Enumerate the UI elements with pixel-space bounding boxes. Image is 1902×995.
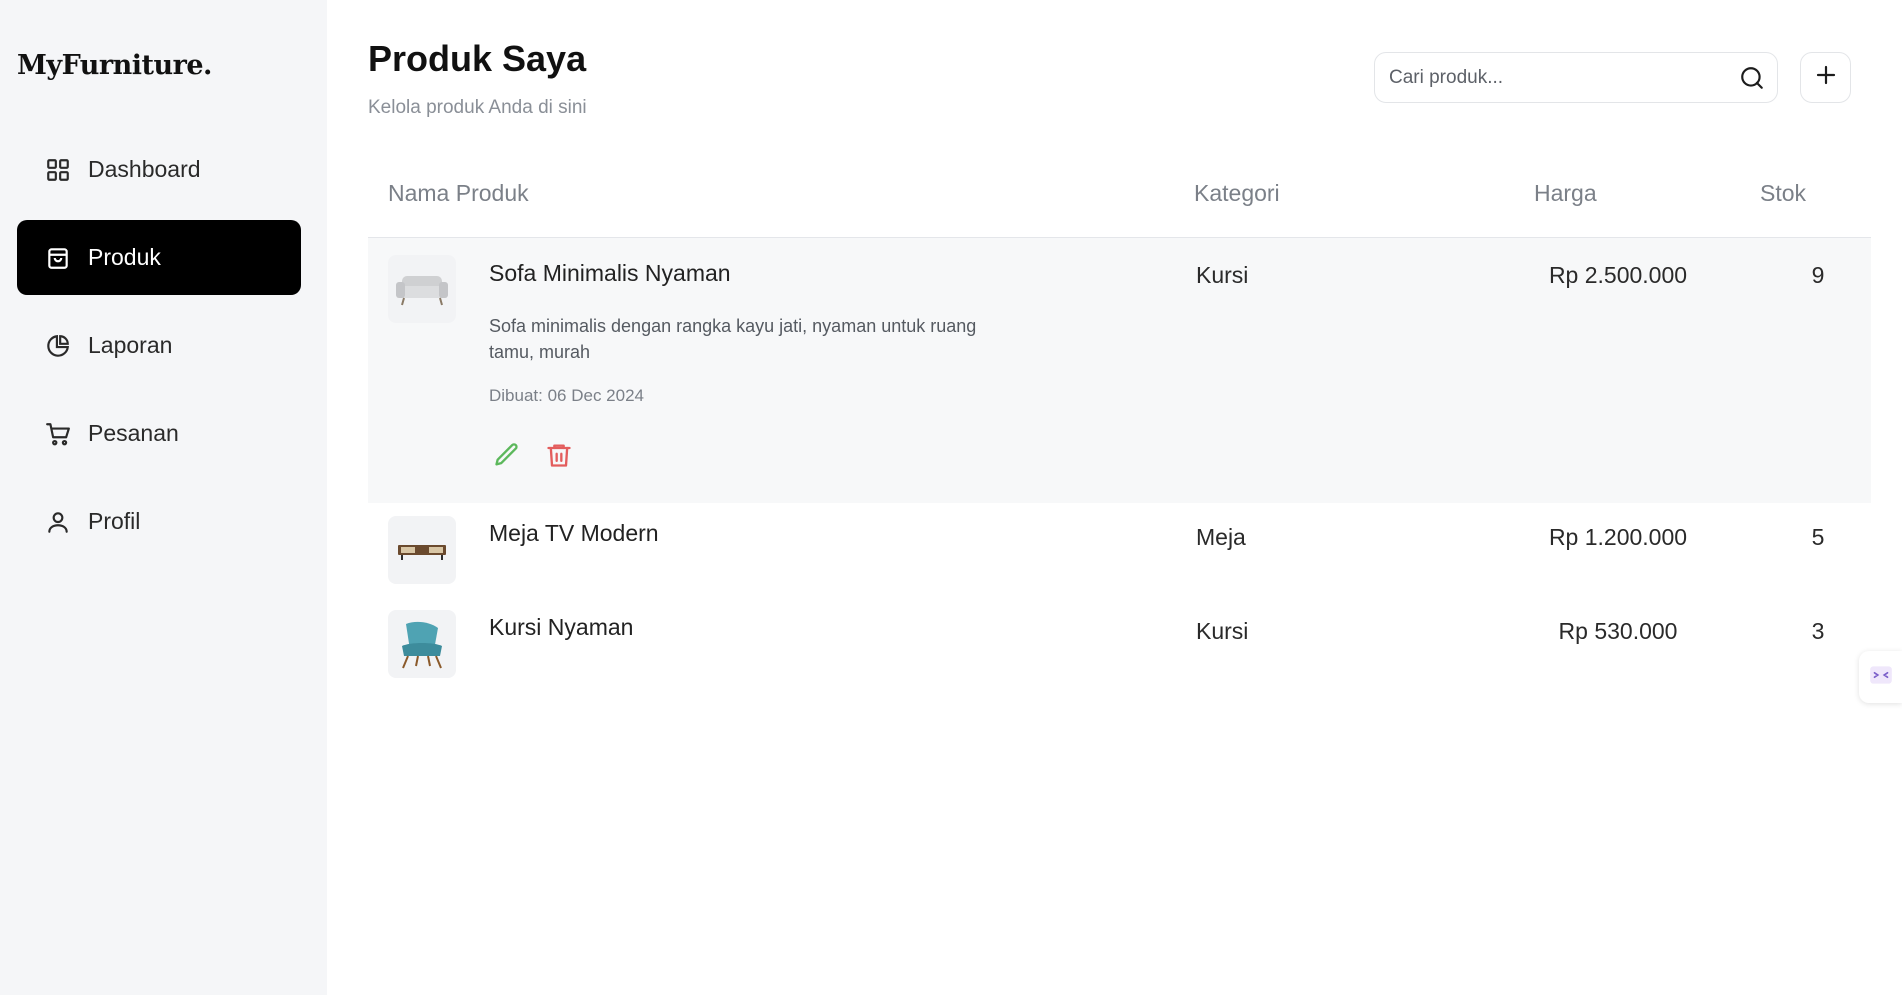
user-icon bbox=[44, 508, 72, 536]
sidebar-item-profil[interactable]: Profil bbox=[17, 484, 301, 559]
product-price: Rp 530.000 bbox=[1558, 618, 1678, 644]
pie-chart-icon bbox=[44, 332, 72, 360]
product-name: Meja TV Modern bbox=[489, 520, 659, 546]
sidebar-item-label: Pesanan bbox=[88, 420, 179, 446]
sidebar-item-produk[interactable]: Produk bbox=[17, 220, 301, 295]
product-name: Sofa Minimalis Nyaman bbox=[489, 260, 731, 286]
search-input[interactable] bbox=[1389, 53, 1729, 102]
product-price: Rp 2.500.000 bbox=[1548, 262, 1688, 288]
product-name: Kursi Nyaman bbox=[489, 614, 634, 640]
armchair-image bbox=[388, 610, 456, 678]
add-product-button[interactable] bbox=[1800, 52, 1851, 103]
tv-table-image bbox=[388, 516, 456, 584]
sidebar-item-label: Profil bbox=[88, 508, 141, 534]
table-row[interactable]: Sofa Minimalis Nyaman Sofa minimalis den… bbox=[368, 238, 1871, 503]
product-description: Sofa minimalis dengan rangka kayu jati, … bbox=[489, 316, 977, 362]
page-subtitle: Kelola produk Anda di sini bbox=[368, 97, 587, 118]
search-box bbox=[1374, 52, 1778, 103]
product-category: Kursi bbox=[1196, 618, 1249, 644]
table-row[interactable]: Kursi Nyaman Kursi Rp 530.000 3 bbox=[368, 597, 1871, 691]
edit-icon[interactable] bbox=[493, 441, 521, 469]
sofa-image bbox=[388, 255, 456, 323]
floating-widget-button[interactable] bbox=[1859, 651, 1902, 703]
products-table: Nama Produk Kategori Harga Stok Sofa Min… bbox=[368, 158, 1871, 691]
delete-icon[interactable] bbox=[545, 441, 573, 469]
app-logo[interactable]: MyFurniture. bbox=[17, 50, 212, 81]
sidebar-item-label: Laporan bbox=[88, 332, 173, 358]
row-actions bbox=[493, 441, 573, 469]
table-row[interactable]: Meja TV Modern Meja Rp 1.200.000 5 bbox=[368, 503, 1871, 597]
column-header-category: Kategori bbox=[1194, 180, 1280, 206]
extension-icon bbox=[1868, 662, 1894, 693]
product-category: Meja bbox=[1196, 524, 1246, 550]
page-title: Produk Saya bbox=[368, 38, 587, 79]
sidebar-nav: Dashboard Produk Laporan Pesanan Profil bbox=[17, 132, 301, 572]
sidebar-item-pesanan[interactable]: Pesanan bbox=[17, 396, 301, 471]
sidebar-item-laporan[interactable]: Laporan bbox=[17, 308, 301, 383]
column-header-name: Nama Produk bbox=[388, 180, 529, 206]
product-category: Kursi bbox=[1196, 262, 1249, 288]
product-created-date: Dibuat: 06 Dec 2024 bbox=[489, 386, 644, 405]
product-stock: 9 bbox=[1811, 262, 1825, 288]
sidebar-item-label: Dashboard bbox=[88, 156, 201, 182]
product-stock: 5 bbox=[1811, 524, 1825, 550]
sidebar: MyFurniture. Dashboard Produk Laporan Pe… bbox=[0, 0, 327, 995]
column-header-stock: Stok bbox=[1760, 180, 1807, 206]
product-price: Rp 1.200.000 bbox=[1548, 524, 1688, 550]
table-header: Nama Produk Kategori Harga Stok bbox=[368, 158, 1871, 238]
column-header-price: Harga bbox=[1534, 180, 1597, 206]
grid-icon bbox=[44, 156, 72, 184]
sidebar-item-label: Produk bbox=[88, 244, 161, 270]
cart-icon bbox=[44, 420, 72, 448]
product-stock: 3 bbox=[1811, 618, 1825, 644]
sidebar-item-dashboard[interactable]: Dashboard bbox=[17, 132, 301, 207]
plus-icon bbox=[1814, 63, 1838, 92]
search-icon[interactable] bbox=[1739, 65, 1765, 91]
shopping-bag-icon bbox=[44, 244, 72, 272]
